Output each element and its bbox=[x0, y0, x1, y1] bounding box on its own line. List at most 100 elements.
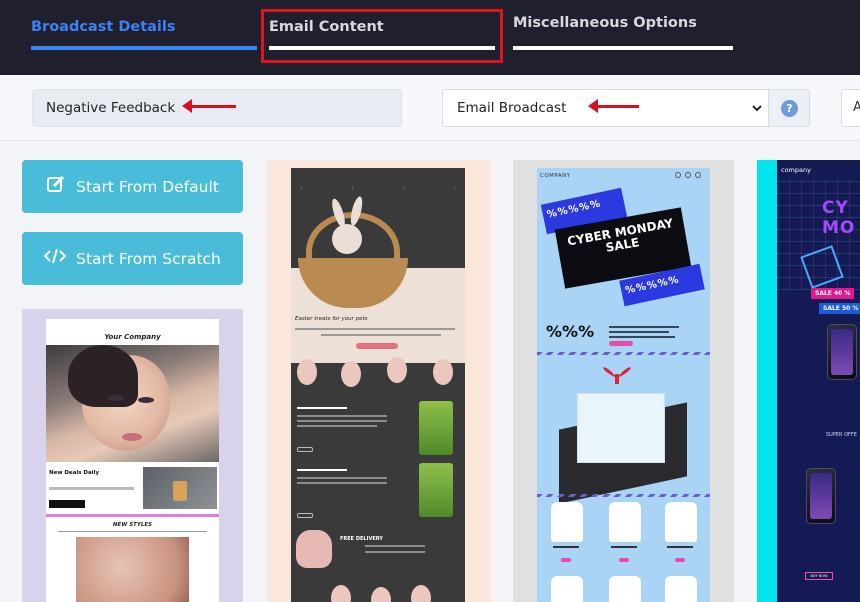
template-card-cyber-monday[interactable]: COMPANY %%%%% CYBER MONDAY SALE %%%%% %%… bbox=[513, 160, 734, 602]
button-label: Start From Default bbox=[76, 177, 219, 196]
egg-shape bbox=[297, 359, 317, 385]
product-shirt bbox=[665, 502, 697, 542]
tab-broadcast-details[interactable]: Broadcast Details bbox=[31, 19, 257, 50]
product-shirt bbox=[609, 576, 641, 602]
text-placeholder bbox=[609, 326, 679, 328]
template-brand: company bbox=[781, 166, 811, 174]
selected-value: Email Broadcast bbox=[457, 100, 567, 116]
tab-miscellaneous-options[interactable]: Miscellaneous Options bbox=[513, 15, 733, 50]
text-placeholder bbox=[321, 334, 441, 336]
egg-shape bbox=[331, 585, 351, 602]
text-placeholder bbox=[295, 328, 455, 330]
divider bbox=[537, 494, 710, 497]
code-icon bbox=[43, 248, 67, 269]
template-card-easter[interactable]: | | | | Easter treats for your pets FREE DE… bbox=[266, 160, 490, 602]
egg-shape bbox=[411, 585, 431, 602]
divider bbox=[58, 531, 207, 532]
gift-bow bbox=[593, 358, 641, 384]
phone-image bbox=[827, 324, 857, 380]
template-preview: Your Company New Deals Daily NEW STYLES bbox=[46, 319, 219, 602]
cta-placeholder bbox=[609, 341, 633, 346]
start-from-scratch-button[interactable]: Start From Scratch bbox=[22, 232, 243, 285]
offer-text: SUPER OFFE bbox=[826, 432, 857, 438]
text-placeholder bbox=[365, 551, 425, 553]
egg-shape bbox=[341, 361, 361, 387]
text-placeholder bbox=[297, 482, 387, 484]
social-icon bbox=[695, 172, 701, 178]
brush-cup-shape bbox=[173, 481, 187, 501]
divider bbox=[46, 514, 219, 517]
text-placeholder bbox=[667, 546, 693, 548]
text-placeholder bbox=[609, 331, 669, 333]
tab-label: Miscellaneous Options bbox=[513, 15, 697, 31]
text-placeholder bbox=[365, 545, 425, 547]
phone-screen bbox=[831, 329, 853, 375]
egg-shape bbox=[387, 357, 407, 383]
section-title: NEW STYLES bbox=[112, 522, 153, 528]
extra-field[interactable]: A bbox=[841, 89, 860, 127]
text-placeholder bbox=[297, 477, 387, 479]
gift-box-illustration bbox=[577, 393, 665, 463]
edit-icon bbox=[46, 174, 66, 199]
eye-shape bbox=[138, 397, 154, 403]
template-headline: New Deals Daily bbox=[49, 470, 100, 476]
help-button[interactable]: ? bbox=[768, 89, 810, 127]
eye-shape bbox=[108, 395, 124, 401]
product-photo bbox=[143, 467, 217, 509]
big-percent: %%% bbox=[546, 322, 595, 341]
nav-dot: | bbox=[301, 185, 303, 189]
product-shirt bbox=[551, 502, 583, 542]
bunny-illustration bbox=[332, 224, 362, 254]
text-placeholder bbox=[297, 407, 347, 409]
product-bag bbox=[419, 463, 453, 517]
help-icon: ? bbox=[781, 100, 798, 117]
broadcast-form-row: Negative Feedback Email Broadcast ? A bbox=[0, 75, 860, 141]
divider bbox=[537, 352, 710, 355]
template-brand: COMPANY bbox=[540, 173, 571, 179]
product-shirt bbox=[551, 576, 583, 602]
text-placeholder bbox=[49, 487, 134, 490]
button-placeholder bbox=[297, 447, 313, 452]
tab-underline bbox=[513, 46, 733, 50]
nav-dot: | bbox=[453, 185, 455, 189]
text-placeholder bbox=[609, 336, 675, 338]
wizard-tab-bar: Broadcast Details Email Content Miscella… bbox=[0, 0, 860, 75]
text-placeholder bbox=[297, 425, 377, 427]
social-icon bbox=[685, 172, 691, 178]
hair-shape bbox=[68, 345, 138, 407]
button-placeholder bbox=[297, 513, 313, 518]
phone-image bbox=[806, 468, 836, 524]
text-placeholder bbox=[553, 546, 579, 548]
broadcast-type-select[interactable]: Email Broadcast bbox=[442, 89, 769, 127]
phone-screen bbox=[810, 473, 832, 519]
nav-dot: | bbox=[351, 185, 353, 189]
text-placeholder bbox=[297, 415, 387, 417]
template-card-beauty[interactable]: Your Company New Deals Daily NEW STYLES bbox=[22, 309, 243, 602]
delivery-illustration bbox=[296, 530, 332, 568]
button-placeholder bbox=[561, 558, 571, 562]
chevron-down-icon bbox=[752, 101, 762, 116]
template-preview: COMPANY %%%%% CYBER MONDAY SALE %%%%% %%… bbox=[537, 168, 710, 602]
nails-photo bbox=[76, 537, 189, 602]
template-headline: Easter treats for your pets bbox=[295, 316, 368, 322]
buy-now-button: BUY NOW bbox=[805, 572, 833, 580]
button-placeholder bbox=[675, 558, 685, 562]
cta-placeholder bbox=[356, 343, 398, 349]
text-placeholder bbox=[611, 546, 637, 548]
button-label: Start From Scratch bbox=[76, 249, 221, 268]
template-card-tech[interactable]: company CY MO SALE 40 % SALE 50 % SUPER … bbox=[757, 160, 860, 602]
text-placeholder bbox=[297, 469, 347, 471]
start-from-default-button[interactable]: Start From Default bbox=[22, 160, 243, 213]
annotation-highlight-box bbox=[261, 9, 503, 63]
product-shirt bbox=[609, 502, 641, 542]
social-icon bbox=[675, 172, 681, 178]
free-delivery-label: FREE DELIVERY bbox=[340, 536, 383, 542]
broadcast-name-input[interactable]: Negative Feedback bbox=[32, 89, 402, 127]
text-placeholder bbox=[297, 420, 387, 422]
cta-placeholder bbox=[49, 500, 85, 508]
egg-shape bbox=[371, 587, 391, 602]
nav-placeholder: | | | | bbox=[301, 185, 455, 189]
tab-underline bbox=[31, 46, 257, 50]
tab-label: Broadcast Details bbox=[31, 19, 176, 35]
sale-badge: SALE 40 % bbox=[811, 288, 855, 299]
